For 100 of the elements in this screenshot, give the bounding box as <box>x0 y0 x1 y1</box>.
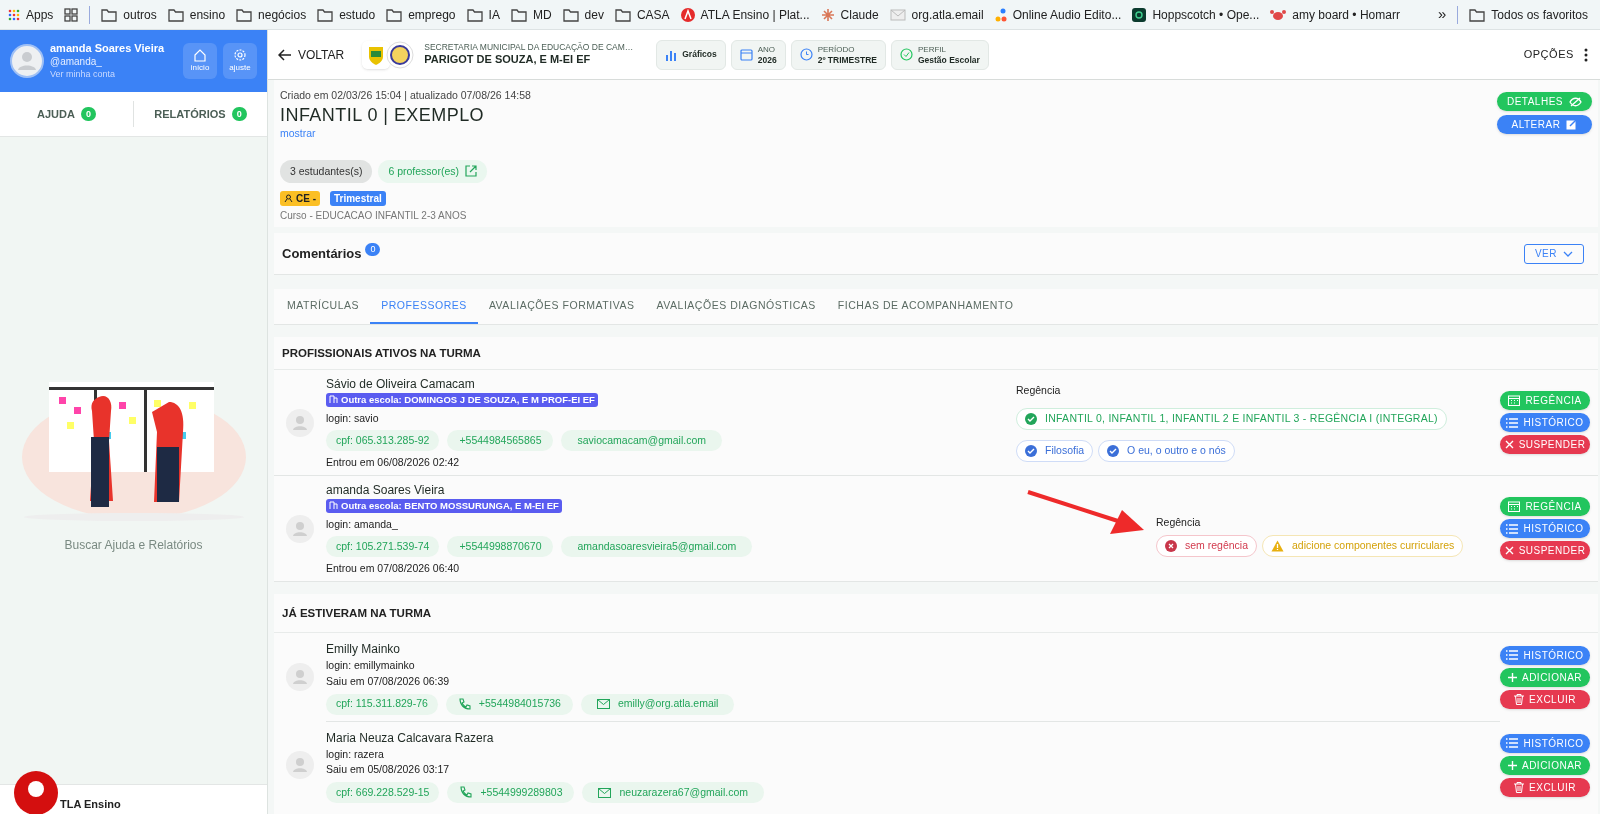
arrow-left-icon <box>278 48 292 61</box>
chip-label: PERFIL <box>917 44 947 55</box>
envelope-icon <box>596 699 610 709</box>
kebab-menu-icon <box>1584 47 1588 62</box>
bookmark[interactable]: estudo <box>317 5 376 24</box>
folder-icon <box>386 7 403 22</box>
filter-chip[interactable]: Gráficos <box>656 39 726 70</box>
comments-title: Comentários <box>282 245 362 263</box>
gear-icon <box>233 48 247 62</box>
suspend-button[interactable]: SUSPENDER <box>1500 541 1590 561</box>
bookmark[interactable]: Claude <box>820 5 879 24</box>
count-badge: 0 <box>231 107 247 121</box>
check-circle-icon <box>899 48 913 61</box>
school-tag: Outra escola: DOMINGOS J DE SOUZA, E M PROF-EI EF <box>326 392 598 407</box>
envelope-icon <box>598 787 612 798</box>
folder-icon <box>510 7 527 22</box>
subject-pill: Filosofia <box>1016 440 1094 463</box>
trash-icon <box>1514 693 1525 705</box>
login-text: login: emillymainko <box>326 658 416 673</box>
bookmark[interactable]: emprego <box>386 5 456 24</box>
bookmark[interactable]: Hoppscotch • Ope... <box>1132 5 1260 24</box>
bookmark[interactable]: amy board • Homarr <box>1270 5 1400 24</box>
bookmark[interactable]: dev <box>562 5 604 24</box>
options-button[interactable]: OPÇÕES <box>1523 46 1588 63</box>
sidebar-tab[interactable]: AJUDA 0 <box>0 105 133 123</box>
section-title: JÁ ESTIVERAM NA TURMA <box>274 594 1598 634</box>
course-text: Curso - EDUCACAO INFANTIL 2-3 ANOS <box>280 209 468 224</box>
bookmark[interactable]: org.atla.email <box>889 5 984 24</box>
bookmark[interactable]: IA <box>466 5 500 24</box>
avatar-icon <box>286 751 314 780</box>
back-button[interactable]: VOLTAR <box>278 45 345 64</box>
history-button[interactable]: HISTÓRICO <box>1500 733 1590 753</box>
site-logo-icon <box>680 7 695 22</box>
teacher-name: Sávio de Oliveira Camacam <box>326 375 476 393</box>
suspend-button[interactable]: SUSPENDER <box>1500 435 1590 455</box>
history-button[interactable]: HISTÓRICO <box>1500 413 1590 433</box>
folder-icon <box>317 7 334 22</box>
ce-tag: CE - <box>280 191 320 207</box>
bookmark[interactable]: MD <box>510 5 552 24</box>
bookmark[interactable]: negócios <box>236 5 307 24</box>
bookmark[interactable]: ATLA Ensino | Plat... <box>680 5 810 24</box>
tab[interactable]: FICHAS DE ACOMPANHAMENTO <box>826 289 1025 325</box>
tab[interactable]: MATRÍCULAS <box>276 289 371 325</box>
more-bookmarks-button[interactable]: » <box>1437 3 1447 26</box>
filter-chip[interactable]: PERÍODO 2º TRIMESTRE <box>790 39 886 70</box>
teacher-name: amanda Soares Vieira <box>326 481 446 499</box>
history-button[interactable]: HISTÓRICO <box>1500 645 1590 665</box>
app-logo-icon <box>1132 7 1147 22</box>
tab[interactable]: PROFESSORES <box>370 289 478 325</box>
email-pill: saviocamacam@gmail.com <box>561 430 722 452</box>
folder-icon <box>236 7 253 22</box>
email-pill: amandasoaresvieira5@gmail.com <box>561 536 753 558</box>
phone-icon <box>459 786 473 799</box>
folder-icon <box>466 7 483 22</box>
bookmark[interactable]: outros <box>101 5 157 24</box>
regency-label: Regência <box>1156 514 1202 530</box>
count-badge: 0 <box>80 107 96 121</box>
edit-icon <box>1566 119 1578 130</box>
school-name: PARIGOT DE SOUZA, E M-EI EF <box>424 52 592 67</box>
filter-chip[interactable]: ANO 2026 <box>730 39 786 70</box>
folder-icon <box>101 7 118 22</box>
tab[interactable]: AVALIAÇÕES FORMATIVAS <box>477 289 646 325</box>
trash-icon <box>1514 781 1525 793</box>
building-icon <box>329 395 338 404</box>
filter-chip[interactable]: PERFIL Gestão Escolar <box>890 39 989 70</box>
phone-pill: +5544998870670 <box>447 536 554 558</box>
sidebar-tab[interactable]: RELATÓRIOS 0 <box>134 105 267 123</box>
history-button[interactable]: HISTÓRICO <box>1500 519 1590 539</box>
student-count-pill: 3 estudantes(s) <box>280 159 373 184</box>
folder-icon <box>614 7 631 22</box>
chip-value: Gráficos <box>682 48 717 61</box>
ribbon-icon <box>284 194 293 204</box>
envelope-icon <box>889 8 906 21</box>
bookmark[interactable]: Apps <box>8 5 54 24</box>
delete-button[interactable]: EXCLUIR <box>1500 689 1590 709</box>
seal-icon <box>386 40 415 69</box>
app-name: TLA Ensino <box>60 797 121 813</box>
delete-button[interactable]: EXCLUIR <box>1500 777 1590 797</box>
grid-icon[interactable] <box>64 7 79 22</box>
illustration-caption: Buscar Ajuda e Relatórios <box>64 537 203 554</box>
cpf-pill: cpf: 115.311.829-76 <box>326 693 438 715</box>
plus-icon <box>1507 760 1517 770</box>
crab-icon <box>1270 8 1287 21</box>
calendar-icon <box>1508 501 1521 513</box>
bookmark[interactable]: CASA <box>614 5 670 24</box>
home-icon <box>193 48 207 62</box>
dots-icon <box>994 7 1007 22</box>
edit-button[interactable]: ALTERAR <box>1496 115 1592 134</box>
folder-icon <box>167 7 184 22</box>
teacher-name: Emilly Mainko <box>326 641 401 658</box>
check-circle-icon <box>1025 413 1037 426</box>
bookmark[interactable]: ensino <box>167 5 226 24</box>
bookmark[interactable]: Todos os favoritos <box>1469 5 1588 24</box>
view-toggle-button[interactable]: VER <box>1523 243 1584 264</box>
apps-grid-icon <box>8 8 20 21</box>
tab[interactable]: AVALIAÇÕES DIAGNÓSTICAS <box>645 289 827 325</box>
chip-value: 2026 <box>757 54 777 65</box>
bookmark[interactable]: Online Audio Edito... <box>994 5 1122 24</box>
show-link[interactable]: mostrar <box>280 125 316 142</box>
bar-chart-icon <box>665 48 678 61</box>
